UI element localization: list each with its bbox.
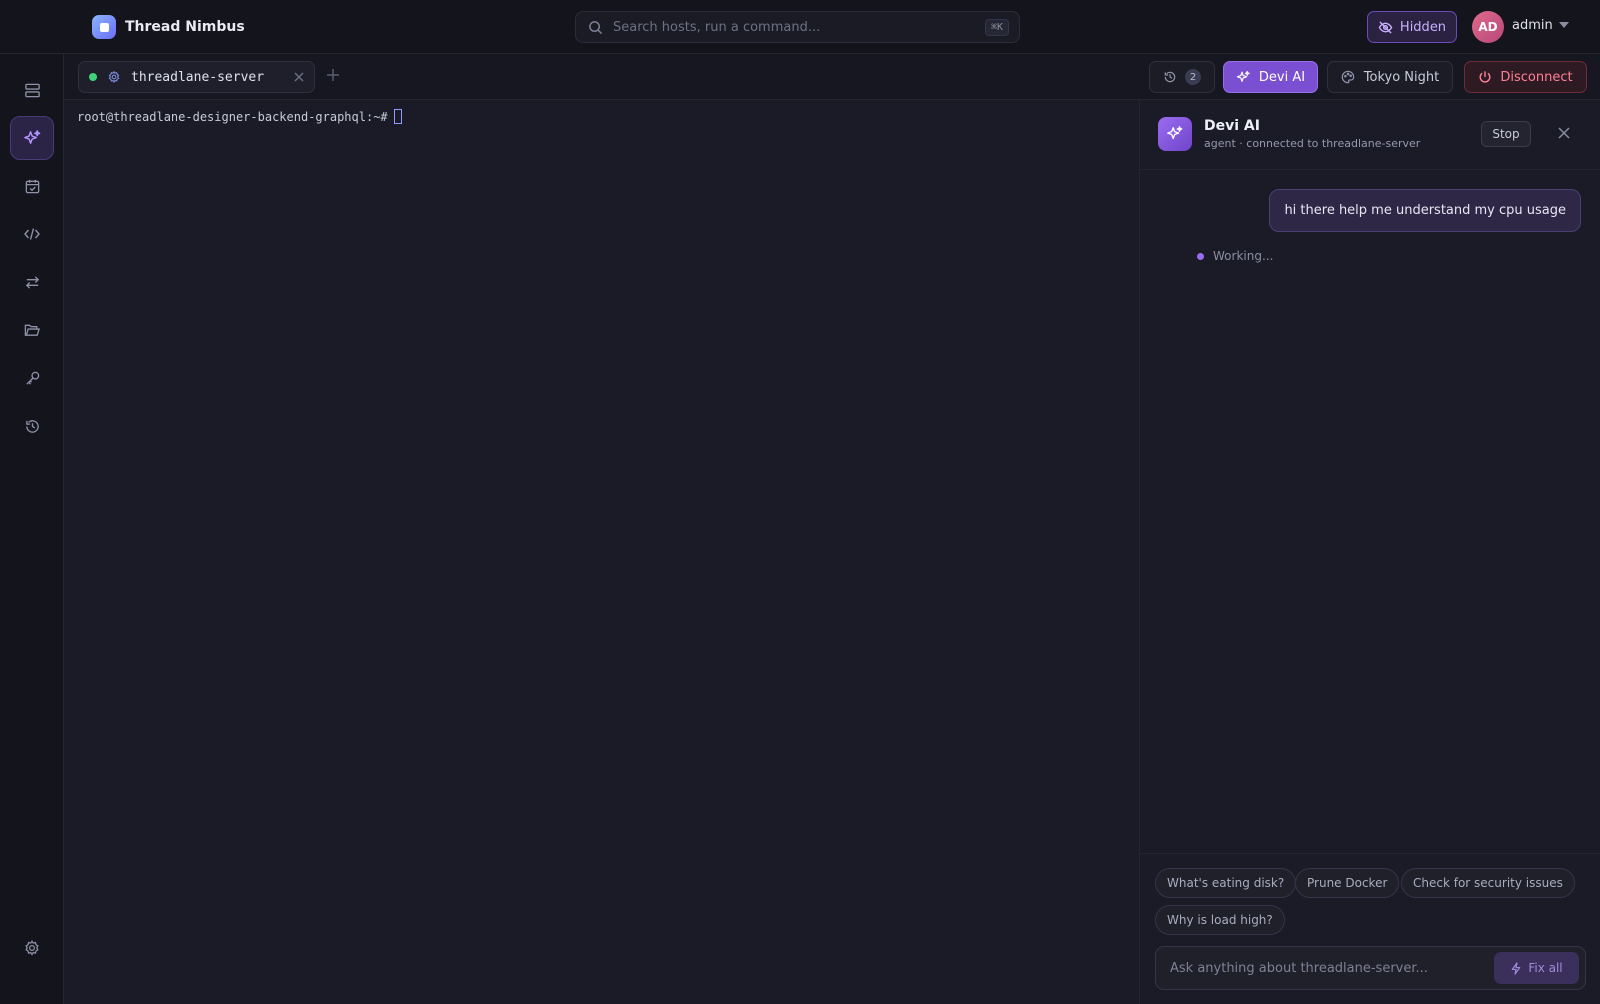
sparkles-icon [1158,117,1192,151]
sparkles-icon [1236,70,1251,85]
theme-button[interactable]: Tokyo Night [1327,61,1453,93]
fix-all-label: Fix all [1528,961,1563,975]
working-dot [1197,252,1204,260]
ask-input[interactable] [1170,947,1470,989]
close-icon[interactable] [294,72,304,82]
suggestion-chip[interactable]: Prune Docker [1295,868,1400,898]
close-icon[interactable] [1558,127,1570,139]
avatar[interactable]: AD [1472,11,1504,43]
session-tab[interactable]: threadlane-server [78,61,315,93]
disconnect-button[interactable]: Disconnect [1464,61,1587,93]
eye-off-icon [1378,20,1393,35]
sidebar [0,54,64,1004]
ai-panel-title: Devi AI [1204,118,1260,134]
sidebar-item-history[interactable] [10,404,54,448]
devi-ai-button[interactable]: Devi AI [1223,61,1318,93]
folder-icon [23,322,41,339]
disconnect-label: Disconnect [1500,69,1573,85]
working-label: Working... [1213,249,1274,263]
suggestion-chip[interactable]: What's eating disk? [1155,868,1297,898]
gear-icon [107,70,121,84]
server-icon [24,82,41,99]
stop-button[interactable]: Stop [1481,121,1531,147]
app-logo-icon [92,15,116,39]
bolt-icon [1510,961,1522,975]
hidden-toggle-button[interactable]: Hidden [1367,11,1457,43]
sparkles-icon [23,129,42,148]
ai-assistant-panel: Devi AI agent · connected to threadlane-… [1140,100,1600,1004]
history-icon [1163,70,1177,84]
code-icon [23,225,41,243]
key-icon [24,370,41,387]
sidebar-item-keys[interactable] [10,356,54,400]
sidebar-item-files[interactable] [10,308,54,352]
user-message: hi there help me understand my cpu usage [1269,189,1581,232]
devi-ai-label: Devi AI [1258,69,1306,85]
ai-panel-subtitle: agent · connected to threadlane-server [1204,137,1421,150]
sidebar-item-hosts[interactable] [10,68,54,112]
sidebar-item-snippets[interactable] [10,212,54,256]
transfer-icon [24,274,41,291]
power-icon [1478,70,1492,84]
terminal-prompt-line: root@threadlane-designer-backend-graphql… [77,109,1126,124]
sidebar-item-ai[interactable] [10,116,54,160]
ask-box: Fix all [1155,946,1586,990]
calendar-check-icon [24,178,41,195]
search-input[interactable]: Search hosts, run a command... [613,20,985,35]
terminal-prompt: root@threadlane-designer-backend-graphql… [77,109,388,124]
settings-icon [23,939,41,957]
hidden-label: Hidden [1399,19,1447,35]
terminal-cursor [393,109,402,124]
palette-icon [1341,70,1355,84]
history-icon [24,418,41,435]
session-tab-label: threadlane-server [131,69,265,85]
sidebar-item-tasks[interactable] [10,164,54,208]
fix-all-button[interactable]: Fix all [1494,952,1579,984]
terminal[interactable]: root@threadlane-designer-backend-graphql… [64,100,1140,1004]
working-indicator: Working... [1197,249,1273,263]
app-title: Thread Nimbus [125,19,245,35]
suggestion-chip[interactable]: Why is load high? [1155,905,1285,935]
ai-panel-footer: What's eating disk? Prune Docker Check f… [1140,853,1600,1004]
search-icon [588,20,603,35]
session-tab-strip: threadlane-server 2 Devi AI Tokyo Night … [64,54,1600,100]
search-bar[interactable]: Search hosts, run a command... ⌘K [575,11,1020,43]
theme-label: Tokyo Night [1363,69,1440,85]
sidebar-item-settings[interactable] [10,926,54,970]
suggestion-chip[interactable]: Check for security issues [1401,868,1575,898]
user-name[interactable]: admin [1512,18,1553,33]
history-count-badge: 2 [1185,69,1201,85]
status-dot [89,73,97,81]
sidebar-item-port-forwarding[interactable] [10,260,54,304]
search-shortcut: ⌘K [984,18,1009,36]
add-tab-icon[interactable] [327,69,339,81]
brand[interactable]: Thread Nimbus [92,15,245,39]
chevron-down-icon[interactable] [1559,22,1569,28]
ai-panel-header: Devi AI agent · connected to threadlane-… [1140,100,1600,170]
command-history-button[interactable]: 2 [1149,61,1215,93]
top-bar: Thread Nimbus Search hosts, run a comman… [0,0,1600,54]
